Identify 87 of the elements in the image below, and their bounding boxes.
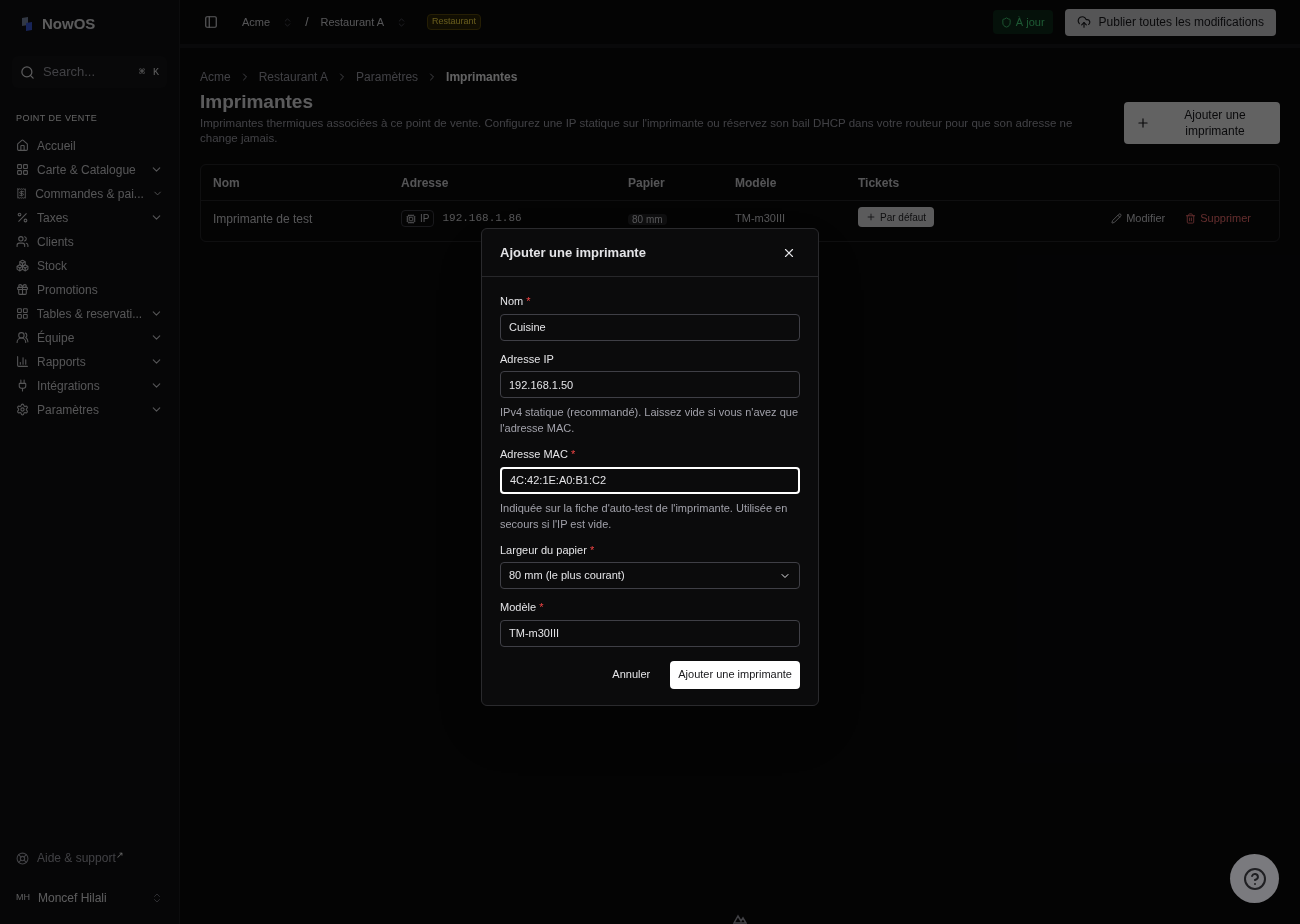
dialog-title: Ajouter une imprimante [500, 243, 646, 262]
sidebar-item[interactable]: Clients [12, 229, 167, 254]
trash-icon [1185, 212, 1197, 224]
sidebar-item[interactable]: Rapports [12, 349, 167, 374]
shortcut-key: K [153, 64, 159, 80]
sidebar-item[interactable]: Stock [12, 253, 167, 278]
breadcrumb-link[interactable]: Paramètres [356, 68, 419, 86]
column-header: Modèle [735, 174, 778, 192]
lifebuoy-icon [16, 851, 29, 865]
sidebar-item[interactable]: Carte & Catalogue [12, 157, 167, 182]
field-hint: IPv4 statique (recommandé). Laissez vide si vous n'avez que l'adresse MAC. [500, 405, 800, 436]
sidebar-item[interactable]: Promotions [12, 277, 167, 302]
location-tag: Restaurant [427, 14, 482, 30]
help-link[interactable]: Aide & support$^{↗}$ [12, 844, 167, 872]
field-label: Adresse IP [500, 351, 555, 367]
logo-icon [20, 16, 34, 32]
add-printer-button[interactable]: Ajouter une imprimante [1124, 102, 1280, 144]
boxes-icon [16, 259, 29, 272]
help-button[interactable] [1230, 854, 1279, 903]
submit-button[interactable]: Ajouter une imprimante [670, 660, 800, 689]
user-initials: MH [16, 891, 30, 905]
plug-icon [16, 379, 29, 392]
settings-icon [16, 403, 29, 416]
sidebar-item[interactable]: Équipe [12, 325, 167, 350]
edit-button[interactable]: Modifier [1111, 210, 1166, 227]
delete-button[interactable]: Supprimer [1185, 210, 1251, 227]
search-placeholder: Search... [43, 63, 97, 82]
column-header: Tickets [858, 174, 901, 192]
user-menu[interactable]: MH Moncef Hilali [12, 884, 167, 912]
table-cell-text: TM-m30III [735, 211, 787, 226]
users-icon [16, 235, 29, 248]
default-ticket-button[interactable]: Par défaut [858, 207, 935, 227]
breadcrumb-link[interactable]: Imprimantes [446, 68, 518, 86]
publish-button[interactable]: Publier toutes les modifications [1064, 8, 1276, 36]
breadcrumb-link[interactable]: Acme [200, 68, 231, 86]
grid-icon [16, 307, 29, 320]
status-badge: À jour [992, 9, 1053, 35]
page-title: Imprimantes [200, 90, 314, 114]
sidebar-item[interactable]: Intégrations [12, 373, 167, 398]
separator: / [305, 14, 309, 31]
table-cell-text: 192.168.1.86 [442, 211, 522, 227]
team-icon [16, 331, 29, 344]
breadcrumb-link[interactable]: Restaurant A [258, 68, 329, 86]
column-header: Papier [628, 174, 666, 192]
input-field[interactable]: 4C:42:1E:A0:B1:C2 [500, 466, 800, 494]
field-label: Modèle * [500, 600, 545, 615]
home-icon [16, 139, 29, 152]
cancel-button[interactable]: Annuler [608, 660, 655, 689]
field-hint: Indiquée sur la fiche d'auto-test de l'imprimante. Utilisée en secours si l'IP est vide. [500, 500, 789, 532]
sidebar-item[interactable]: Paramètres [12, 397, 167, 422]
location-switcher[interactable]: Restaurant A [320, 13, 385, 31]
sidebar-item[interactable]: Commandes & pai... [12, 181, 167, 206]
gift-icon [16, 283, 29, 296]
chevrons-icon [151, 892, 163, 904]
sidebar-item[interactable]: Tables & reservati... [12, 301, 167, 326]
section-label: POINT DE VENTE [15, 112, 99, 125]
sidebar-item[interactable]: Taxes [12, 205, 167, 230]
column-header: Nom [213, 174, 241, 192]
paper-tag: 80 mm [628, 214, 667, 225]
sidebar-item[interactable]: Accueil [12, 133, 167, 158]
receipt-icon [16, 187, 28, 200]
select-field[interactable]: 80 mm (le plus courant) [500, 562, 800, 589]
cloud-upload-icon [1076, 15, 1091, 29]
field-label: Adresse MAC * [500, 447, 577, 462]
shield-icon [1000, 16, 1012, 28]
plus-icon [866, 212, 876, 222]
input-field[interactable]: TM-m30III [500, 619, 800, 647]
pencil-icon [1111, 212, 1123, 224]
chip-icon [406, 213, 416, 224]
plus-icon [1136, 116, 1150, 130]
mountain-icon [733, 914, 747, 924]
org-switcher[interactable]: Acme [242, 13, 271, 31]
chart-icon [16, 355, 29, 368]
input-field[interactable]: 192.168.1.50 [500, 371, 800, 398]
brand-name: NowOS [42, 13, 96, 34]
column-header: Adresse [401, 174, 450, 192]
sidebar-toggle-icon[interactable] [204, 15, 218, 29]
grid-icon [16, 163, 29, 176]
percent-icon [16, 211, 29, 224]
shortcut-key: ⌘ [138, 64, 145, 80]
table-cell-text: Imprimante de test [213, 211, 314, 228]
address-type-tag: IP [401, 210, 435, 227]
search-icon [20, 64, 35, 80]
field-label: Largeur du papier * [500, 542, 596, 558]
help-icon [1242, 866, 1267, 891]
field-label: Nom * [500, 294, 532, 309]
input-field[interactable]: Cuisine [500, 313, 800, 341]
